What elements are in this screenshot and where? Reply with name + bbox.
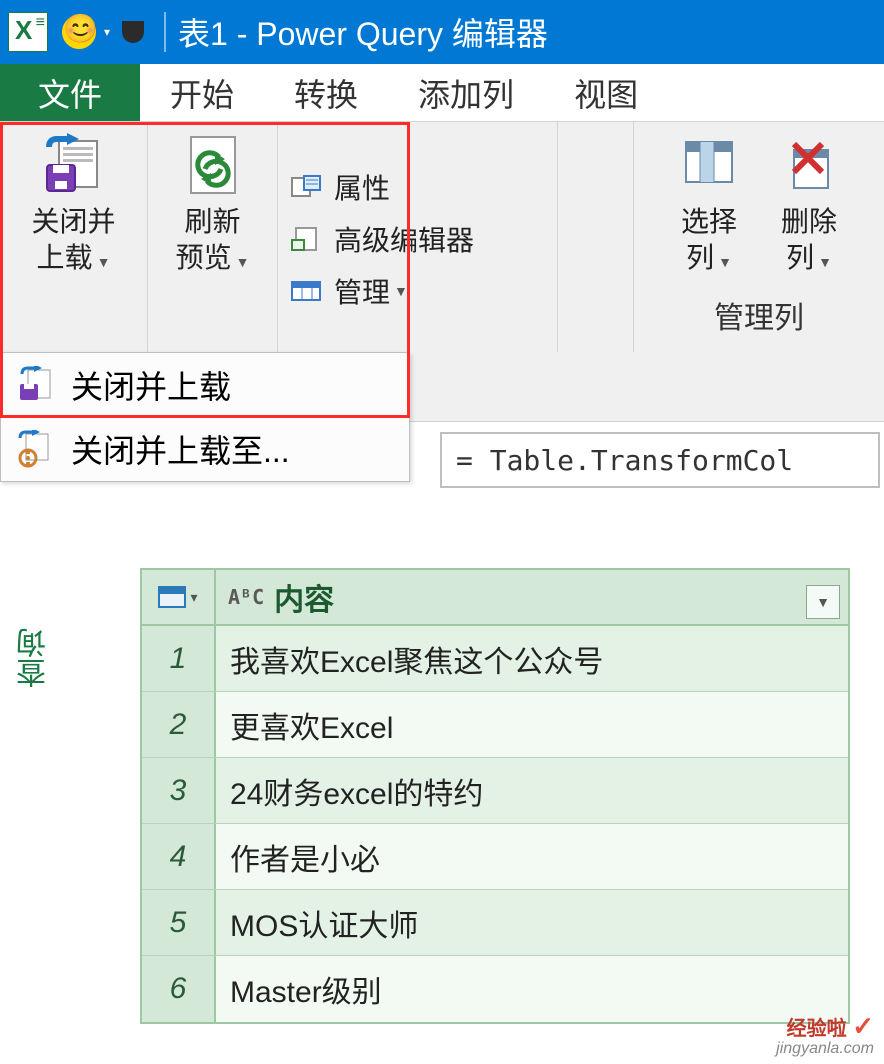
select-cols-label-1: 选择 — [681, 204, 737, 240]
ribbon-spacer — [558, 122, 634, 352]
table-row[interactable]: 4 作者是小必 — [142, 824, 848, 890]
table-cell: 作者是小必 — [216, 824, 848, 889]
chevron-down-icon: ▾ — [190, 589, 197, 606]
select-columns-button[interactable]: 选择 列▼ — [674, 130, 744, 277]
row-number: 5 — [142, 890, 216, 955]
watermark: 经验啦 ✓ jingyanla.com — [776, 1012, 874, 1058]
select-columns-icon — [674, 130, 744, 200]
table-icon — [158, 586, 186, 608]
close-load-label: 关闭并上载 — [71, 362, 231, 408]
formula-text: = Table.TransformCol — [456, 444, 793, 477]
menu-bar: 文件 开始 转换 添加列 视图 — [0, 64, 884, 122]
column-header-content[interactable]: AᴮC 内容 ▼ — [216, 575, 848, 619]
excel-logo-icon — [8, 12, 48, 52]
menu-home[interactable]: 开始 — [140, 64, 264, 121]
advanced-editor-button[interactable]: 高级编辑器 — [288, 219, 474, 259]
close-load-to-label: 关闭并上载至... — [71, 426, 290, 472]
queries-pane-tab[interactable]: 查询 — [0, 568, 70, 1024]
select-cols-label-2: 列▼ — [686, 240, 732, 276]
row-number: 4 — [142, 824, 216, 889]
advanced-editor-label: 高级编辑器 — [334, 219, 474, 259]
manage-icon — [288, 276, 324, 306]
ribbon-group-manage-columns: 选择 列▼ 删除 列▼ 管理列 — [634, 122, 884, 352]
close-load-to-icon — [13, 427, 57, 471]
column-header-label: 内容 — [274, 575, 334, 619]
table-cell: Master级别 — [216, 956, 848, 1022]
menu-file[interactable]: 文件 — [0, 64, 140, 121]
row-number: 6 — [142, 956, 216, 1022]
refresh-preview-button[interactable]: 刷新 预览▼ — [176, 130, 250, 277]
manage-label: 管理 — [334, 271, 390, 311]
remove-cols-label-1: 删除 — [781, 204, 837, 240]
properties-icon — [288, 172, 324, 202]
remove-columns-button[interactable]: 删除 列▼ — [774, 130, 844, 277]
window-title: 表1 - Power Query 编辑器 — [178, 9, 548, 55]
properties-label: 属性 — [334, 167, 390, 207]
table-row[interactable]: 6 Master级别 — [142, 956, 848, 1022]
chevron-down-icon: ▼ — [394, 283, 408, 299]
close-load-label-2: 上载▼ — [37, 240, 111, 276]
chevron-down-icon: ▼ — [97, 254, 111, 270]
refresh-label-1: 刷新 — [184, 204, 240, 240]
table-row[interactable]: 5 MOS认证大师 — [142, 890, 848, 956]
check-icon: ✓ — [852, 1011, 874, 1041]
remove-cols-label-2: 列▼ — [786, 240, 832, 276]
column-filter-button[interactable]: ▼ — [806, 585, 840, 619]
table-cell: 我喜欢Excel聚焦这个公众号 — [216, 626, 848, 691]
row-number: 1 — [142, 626, 216, 691]
refresh-label-2: 预览▼ — [176, 240, 250, 276]
table-corner-button[interactable]: ▾ — [142, 570, 216, 624]
table-row[interactable]: 2 更喜欢Excel — [142, 692, 848, 758]
title-bar: ▾ 表1 - Power Query 编辑器 — [0, 0, 884, 64]
close-load-to-menu-item[interactable]: 关闭并上载至... — [1, 417, 409, 481]
row-number: 3 — [142, 758, 216, 823]
ribbon-group-refresh: 刷新 预览▼ — [148, 122, 278, 352]
queries-label: 查询 — [13, 628, 57, 688]
table-row[interactable]: 3 24财务excel的特约 — [142, 758, 848, 824]
ribbon-group-close-load: 关闭并 上载▼ — [0, 122, 148, 352]
table-cell: MOS认证大师 — [216, 890, 848, 955]
menu-transform[interactable]: 转换 — [264, 64, 388, 121]
remove-columns-icon — [774, 130, 844, 200]
ribbon: 关闭并 上载▼ 刷新 预览▼ — [0, 122, 884, 422]
content-area: 查询 ▾ AᴮC 内容 ▼ 1 我喜欢Excel聚焦这个公众号 — [0, 508, 884, 1024]
qat-dropdown-icon[interactable]: ▾ — [104, 25, 110, 39]
table-header: ▾ AᴮC 内容 ▼ — [142, 570, 848, 626]
formula-bar[interactable]: = Table.TransformCol — [440, 432, 880, 488]
ribbon-group-query: 属性 高级编辑器 — [278, 122, 558, 352]
close-load-menu-item[interactable]: 关闭并上载 — [1, 353, 409, 417]
close-load-dropdown: 关闭并上载 关闭并上载至... — [0, 352, 410, 482]
data-table: ▾ AᴮC 内容 ▼ 1 我喜欢Excel聚焦这个公众号 2 更喜欢Excel — [140, 568, 850, 1024]
close-load-icon — [13, 363, 57, 407]
smiley-icon[interactable] — [62, 15, 96, 49]
table-cell: 更喜欢Excel — [216, 692, 848, 757]
menu-view[interactable]: 视图 — [544, 64, 668, 121]
chevron-down-icon: ▼ — [718, 254, 732, 270]
manage-columns-group-label: 管理列 — [714, 277, 804, 337]
advanced-editor-icon — [288, 224, 324, 254]
close-load-button[interactable]: 关闭并 上载▼ — [31, 130, 115, 277]
chevron-down-icon: ▼ — [236, 254, 250, 270]
close-load-icon — [38, 130, 108, 200]
manage-button[interactable]: 管理 ▼ — [288, 271, 408, 311]
properties-button[interactable]: 属性 — [288, 167, 390, 207]
chevron-down-icon: ▼ — [818, 254, 832, 270]
text-type-icon: AᴮC — [228, 585, 264, 609]
table-row[interactable]: 1 我喜欢Excel聚焦这个公众号 — [142, 626, 848, 692]
title-separator — [164, 12, 166, 52]
qat-separator-icon — [122, 21, 144, 43]
refresh-icon — [178, 130, 248, 200]
row-number: 2 — [142, 692, 216, 757]
close-load-label-1: 关闭并 — [31, 204, 115, 240]
chevron-down-icon: ▼ — [816, 594, 830, 610]
table-cell: 24财务excel的特约 — [216, 758, 848, 823]
menu-add-column[interactable]: 添加列 — [388, 64, 544, 121]
